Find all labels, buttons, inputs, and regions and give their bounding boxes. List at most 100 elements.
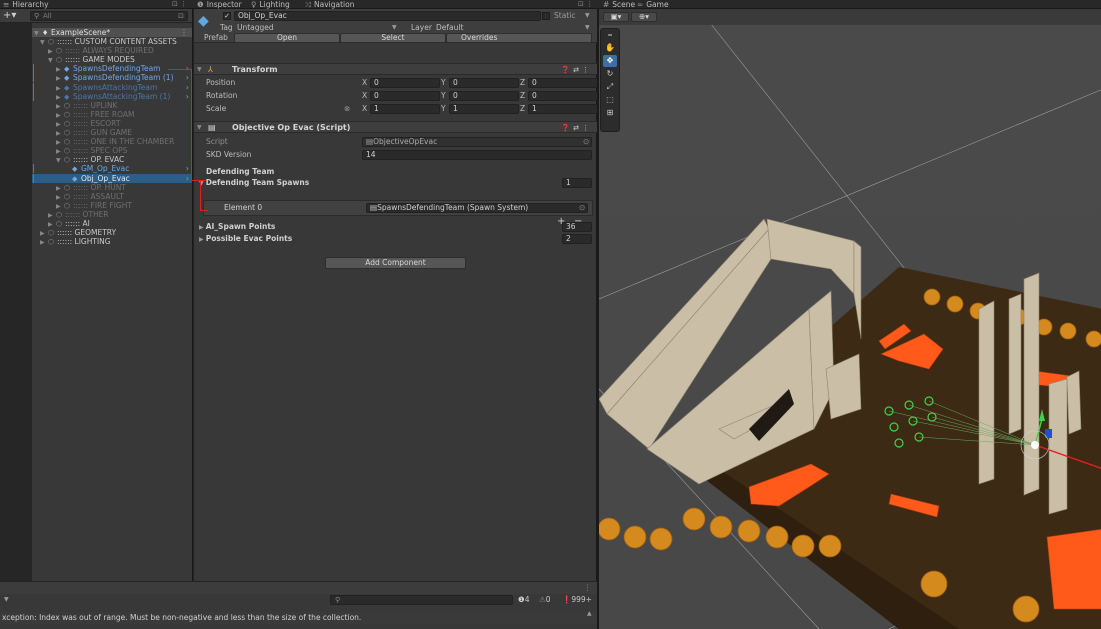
- evac-points-count[interactable]: 2: [562, 234, 592, 244]
- prefab-overrides-dropdown[interactable]: Overrides: [446, 33, 592, 43]
- hierarchy-row[interactable]: ▶ ◆ SpawnsDefendingTeam (1) ›: [32, 73, 192, 82]
- console-status-message[interactable]: xception: Index was out of range. Must b…: [0, 612, 597, 624]
- axis-label-y[interactable]: Y: [441, 91, 446, 101]
- static-checkbox[interactable]: [542, 12, 550, 20]
- search-filter-icon[interactable]: ⊡: [178, 12, 184, 20]
- hierarchy-row[interactable]: ▼ ⬡:::::: OP. EVAC: [32, 155, 192, 164]
- open-prefab-chevron-icon[interactable]: ›: [186, 83, 189, 92]
- scene-view[interactable]: ▣▾ ⊕▾ ═ ✋ ✥ ↻ ⤢ ⬚ ⊞: [597, 9, 1101, 629]
- position-z-field[interactable]: 0: [528, 78, 598, 88]
- hierarchy-row[interactable]: ▶ ⬡:::::: AI: [32, 219, 192, 228]
- rotation-z-field[interactable]: 0: [528, 91, 598, 101]
- hierarchy-search-input[interactable]: ⚲ All ⊡: [30, 11, 188, 21]
- rotation-y-field[interactable]: 0: [449, 91, 519, 101]
- hierarchy-row[interactable]: ◆ GM_Op_Evac ›: [32, 164, 192, 173]
- scroll-up-icon[interactable]: ▲: [587, 609, 592, 619]
- transform-tool-icon[interactable]: ⊞: [603, 107, 617, 119]
- tool-strip-handle-icon[interactable]: ═: [603, 30, 617, 42]
- link-scale-icon[interactable]: ⊗: [344, 104, 350, 114]
- objective-script-header[interactable]: ▼ ▤ Objective Op Evac (Script) ❓⇄⋮: [194, 121, 597, 133]
- collapse-caret-icon[interactable]: ▼: [197, 123, 202, 133]
- tag-dropdown[interactable]: Untagged: [237, 23, 395, 33]
- add-component-button[interactable]: Add Component: [325, 257, 466, 269]
- component-tools-icon[interactable]: ❓⇄⋮: [561, 123, 592, 133]
- position-x-field[interactable]: 0: [370, 78, 440, 88]
- hierarchy-row[interactable]: ▶ ⬡:::::: SPEC OPS: [32, 146, 192, 155]
- axis-label-x[interactable]: X: [362, 104, 367, 114]
- prefab-open-button[interactable]: Open: [234, 33, 340, 43]
- collapse-caret-icon[interactable]: ▼: [197, 65, 202, 75]
- hierarchy-row[interactable]: ▶ ⬡:::::: FREE ROAM: [32, 110, 192, 119]
- hierarchy-row[interactable]: ▶ ⬡:::::: FIRE FIGHT: [32, 201, 192, 210]
- hierarchy-row[interactable]: ▶ ⬡:::::: UPLINK: [32, 101, 192, 110]
- skd-version-field[interactable]: 14: [362, 150, 592, 160]
- tab-lighting[interactable]: ♀ Lighting: [251, 0, 290, 9]
- hierarchy-row[interactable]: ▶ ◆ SpawnsAttackingTeam ›: [32, 83, 192, 92]
- expand-arrow-icon[interactable]: ▶: [56, 74, 64, 83]
- axis-label-x[interactable]: X: [362, 91, 367, 101]
- inspector-tab-options-icon[interactable]: ⊡ ⋮: [578, 0, 593, 9]
- hierarchy-row[interactable]: ▶ ⬡:::::: ASSAULT: [32, 192, 192, 201]
- info-count-badge[interactable]: ❶4: [518, 595, 530, 605]
- defending-spawns-count[interactable]: 1: [562, 178, 592, 188]
- open-prefab-chevron-icon[interactable]: ›: [186, 174, 189, 183]
- position-y-field[interactable]: 0: [449, 78, 519, 88]
- console-options-icon[interactable]: ⋮: [584, 583, 592, 593]
- layer-dropdown[interactable]: Default: [436, 23, 463, 33]
- clear-dropdown-icon[interactable]: ▼: [4, 595, 9, 605]
- warning-count-badge[interactable]: ⚠0: [539, 595, 551, 605]
- active-checkbox[interactable]: ✓: [223, 12, 231, 20]
- object-picker-icon[interactable]: ⊙: [583, 137, 589, 147]
- gizmo-dropdown[interactable]: ⊕▾: [631, 12, 657, 22]
- console-search-input[interactable]: ⚲: [330, 595, 513, 605]
- hierarchy-row[interactable]: ▶ ⬡:::::: LIGHTING: [32, 237, 192, 246]
- static-dropdown-icon[interactable]: ▼: [585, 11, 590, 21]
- scale-tool-icon[interactable]: ⤢: [603, 81, 617, 93]
- ai-spawn-foldout[interactable]: ▶ AI_Spawn Points: [199, 222, 275, 233]
- hierarchy-row[interactable]: ▶ ⬡:::::: ESCORT: [32, 119, 192, 128]
- tab-inspector[interactable]: ❶ Inspector: [197, 0, 242, 9]
- rect-tool-icon[interactable]: ⬚: [603, 94, 617, 106]
- hierarchy-row[interactable]: ▶ ⬡:::::: ALWAYS REQUIRED: [32, 46, 192, 55]
- open-prefab-chevron-icon[interactable]: ›: [186, 73, 189, 82]
- scale-z-field[interactable]: 1: [528, 104, 598, 114]
- rotate-tool-icon[interactable]: ↻: [603, 68, 617, 80]
- hierarchy-row[interactable]: ▶ ◆ SpawnsAttackingTeam (1) ›: [32, 92, 192, 101]
- expand-arrow-icon[interactable]: ▶: [40, 238, 48, 247]
- hierarchy-row[interactable]: ▶ ⬡:::::: GEOMETRY: [32, 228, 192, 237]
- tag-dropdown-arrow-icon[interactable]: ▼: [392, 23, 397, 33]
- scene-root-row[interactable]: ▼ ♦ ExampleScene* ⋮: [32, 28, 192, 37]
- ai-spawn-count[interactable]: 36: [562, 222, 592, 232]
- scale-y-field[interactable]: 1: [449, 104, 519, 114]
- evac-points-foldout[interactable]: ▶ Possible Evac Points: [199, 234, 292, 245]
- scale-x-field[interactable]: 1: [370, 104, 440, 114]
- axis-label-z[interactable]: Z: [520, 104, 525, 114]
- hierarchy-row[interactable]: ▼ ⬡:::::: GAME MODES: [32, 55, 192, 64]
- hierarchy-row[interactable]: ▼ ⬡:::::: CUSTOM CONTENT ASSETS: [32, 37, 192, 46]
- defending-spawns-foldout[interactable]: ▼ Defending Team Spawns: [199, 178, 309, 189]
- hierarchy-row[interactable]: ▶ ⬡:::::: ONE IN THE CHAMBER: [32, 137, 192, 146]
- scene-options-icon[interactable]: ⋮: [180, 28, 188, 37]
- move-tool-icon[interactable]: ✥: [603, 55, 617, 67]
- hierarchy-row[interactable]: ▶ ⬡:::::: GUN GAME: [32, 128, 192, 137]
- axis-label-x[interactable]: X: [362, 78, 367, 88]
- component-tools-icon[interactable]: ❓⇄⋮: [561, 65, 592, 75]
- open-prefab-chevron-icon[interactable]: ›: [186, 164, 189, 173]
- tab-scene[interactable]: # Scene: [603, 0, 635, 9]
- foldout-arrow-icon[interactable]: ▶: [199, 224, 206, 231]
- tab-game[interactable]: ∞ Game: [637, 0, 669, 9]
- hierarchy-row[interactable]: ▶ ⬡:::::: OTHER: [32, 210, 192, 219]
- axis-label-y[interactable]: Y: [441, 78, 446, 88]
- error-count-badge[interactable]: ❗999+: [562, 595, 592, 605]
- draw-mode-dropdown[interactable]: ▣▾: [603, 12, 629, 22]
- script-field[interactable]: ▤ObjectiveOpEvac: [362, 137, 592, 147]
- tab-hierarchy[interactable]: ≡ Hierarchy: [3, 0, 49, 9]
- hand-tool-icon[interactable]: ✋: [603, 42, 617, 54]
- open-prefab-chevron-icon[interactable]: ›: [186, 92, 189, 101]
- create-dropdown-button[interactable]: +▾: [3, 10, 25, 21]
- object-picker-icon[interactable]: ⊙: [579, 203, 585, 213]
- foldout-arrow-icon[interactable]: ▶: [199, 236, 206, 243]
- element0-field[interactable]: ▤SpawnsDefendingTeam (Spawn System): [366, 203, 588, 213]
- object-name-field[interactable]: Obj_Op_Evac: [234, 11, 541, 21]
- axis-label-z[interactable]: Z: [520, 78, 525, 88]
